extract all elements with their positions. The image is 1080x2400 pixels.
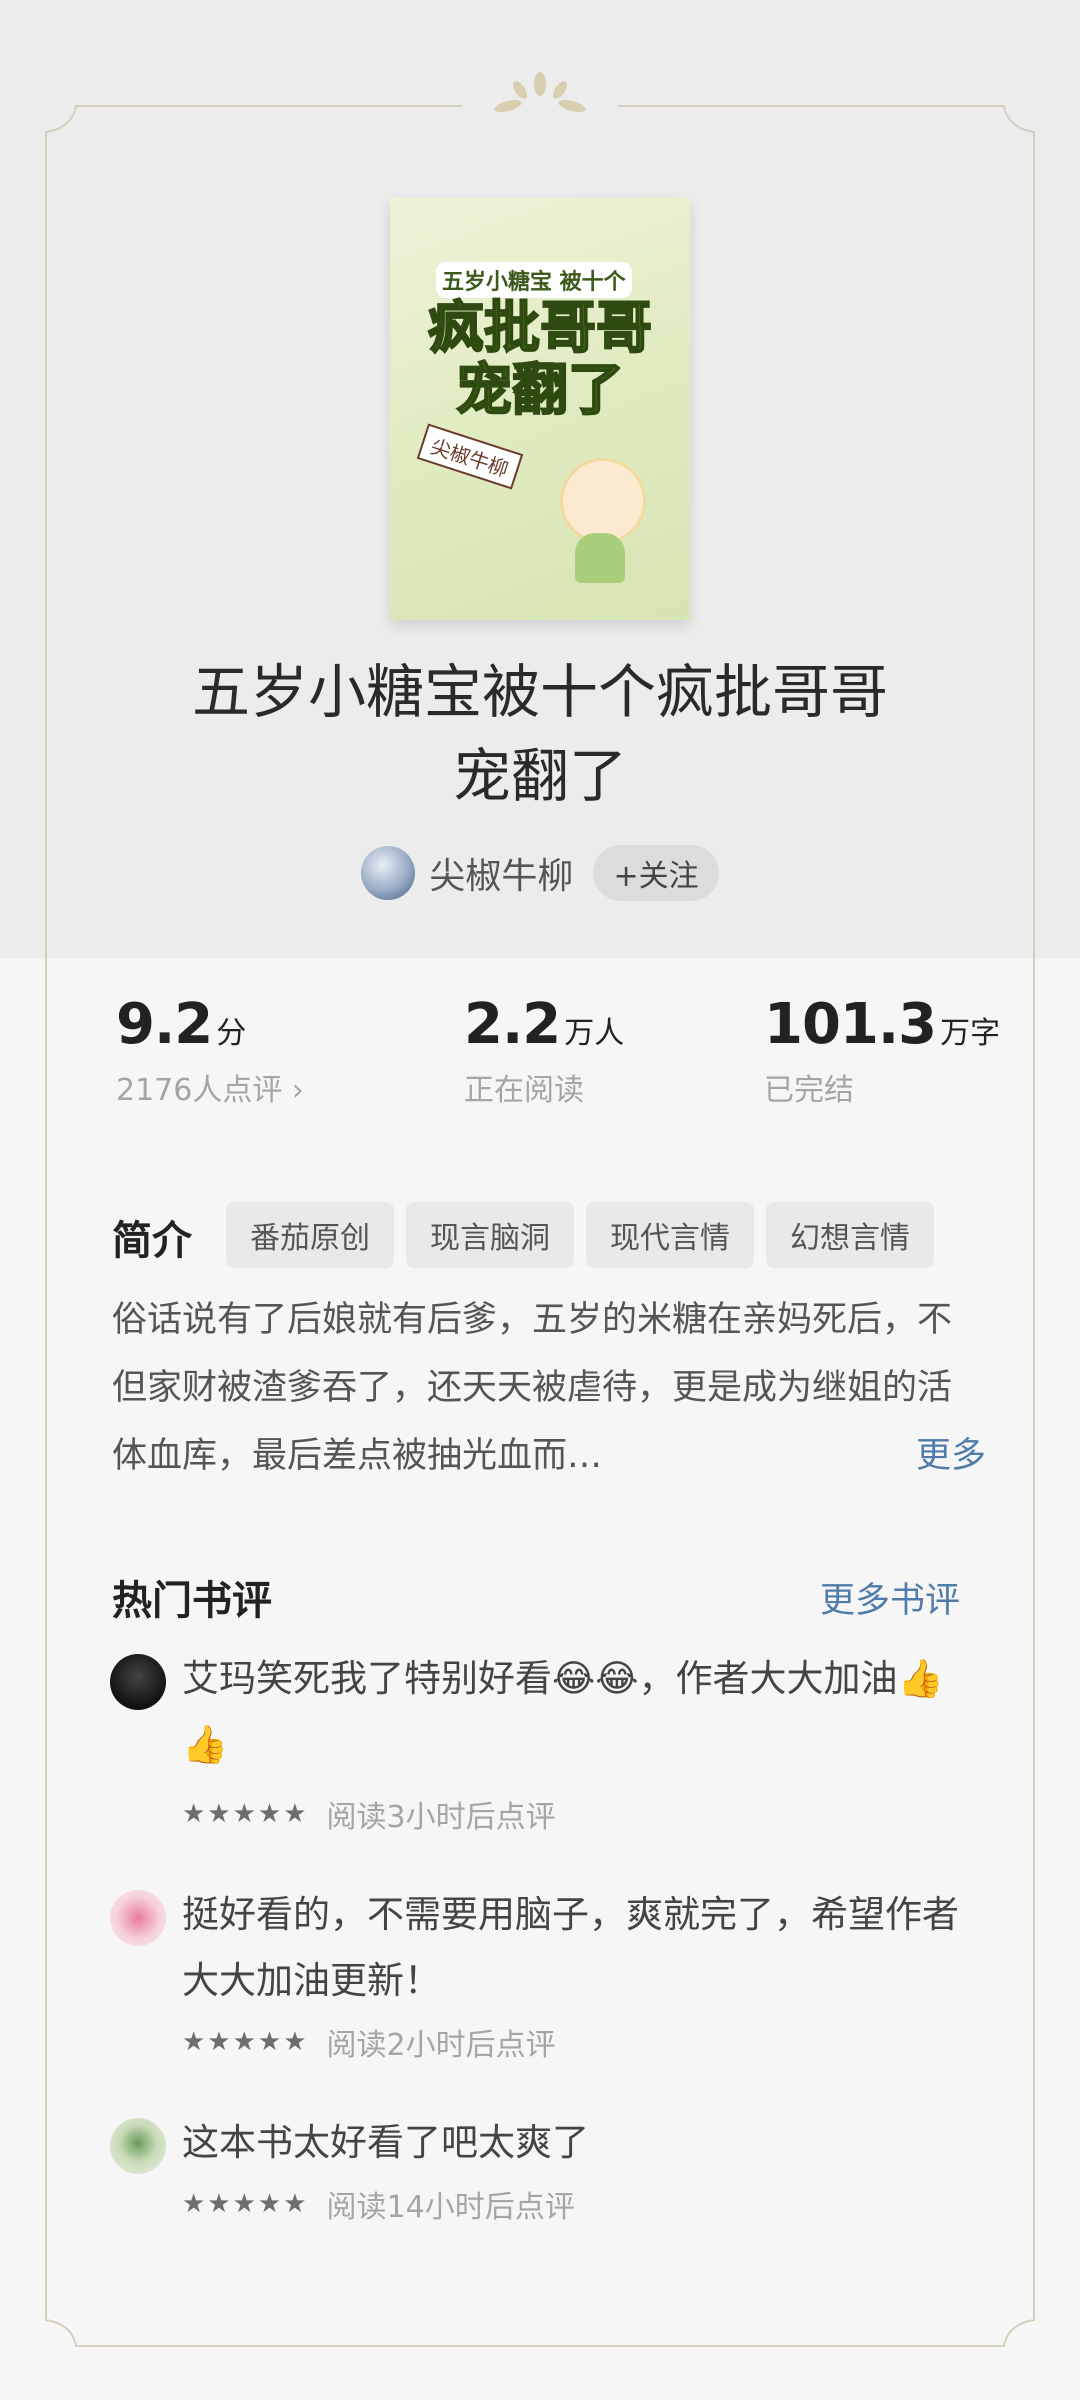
intro-heading: 简介 <box>112 1218 192 1264</box>
wordcount-unit: 万字 <box>940 1016 1001 1051</box>
wordcount-stat: 101.3 万字 已完结 <box>764 992 1000 1109</box>
readers-label: 正在阅读 <box>464 1073 584 1108</box>
book-title-line1: 五岁小糖宝被十个疯批哥哥 <box>191 658 888 726</box>
review-meta: ★★★★★ 阅读2小时后点评 <box>182 2020 556 2064</box>
review-time: 阅读3小时后点评 <box>326 1800 556 1835</box>
wordcount-value: 101.3 <box>764 992 937 1057</box>
tag-item[interactable]: 现言脑洞 <box>406 1202 574 1268</box>
review-meta: ★★★★★ 阅读3小时后点评 <box>182 1792 556 1836</box>
reviewer-avatar[interactable] <box>110 1654 166 1710</box>
tag-item[interactable]: 番茄原创 <box>226 1202 394 1268</box>
intro-text: 俗话说有了后娘就有后爹，五岁的米糖在亲妈死后，不但家财被渣爹吞了，还天天被虐待，… <box>112 1300 953 1476</box>
rating-count-link[interactable]: 2176人点评 › <box>116 1065 304 1109</box>
readers-unit: 万人 <box>564 1016 625 1051</box>
intro-more-link[interactable]: 更多 <box>896 1422 987 1490</box>
readers-stat: 2.2 万人 正在阅读 <box>464 992 624 1109</box>
rating-stars-icon: ★★★★★ <box>182 2189 309 2219</box>
review-text: 挺好看的，不需要用脑子，爽就完了，希望作者大大加油更新！ <box>182 1893 959 2002</box>
book-cover[interactable]: 五岁小糖宝 被十个 疯批哥哥宠翻了 尖椒牛柳 <box>390 198 690 620</box>
book-title: 五岁小糖宝被十个疯批哥哥 宠翻了 <box>90 650 990 818</box>
rating-unit: 分 <box>216 1016 247 1051</box>
status-label: 已完结 <box>764 1073 854 1108</box>
author-row: 尖椒牛柳 +关注 <box>0 838 1080 908</box>
rating-value: 9.2 <box>116 992 213 1057</box>
reviewer-avatar[interactable] <box>110 2118 166 2174</box>
book-title-line2: 宠翻了 <box>452 742 627 810</box>
tag-item[interactable]: 幻想言情 <box>766 1202 934 1268</box>
review-text: 艾玛笑死我了特别好看😂😂，作者大大加油👍👍 <box>182 1657 944 1766</box>
review-time: 阅读14小时后点评 <box>326 2190 575 2225</box>
review-time: 阅读2小时后点评 <box>326 2028 556 2063</box>
author-name[interactable]: 尖椒牛柳 <box>429 847 573 899</box>
follow-button[interactable]: +关注 <box>593 845 719 901</box>
review-text: 这本书太好看了吧太爽了 <box>182 2121 589 2164</box>
readers-value: 2.2 <box>464 992 561 1057</box>
rating-stat[interactable]: 9.2 分 2176人点评 › <box>116 992 304 1109</box>
rating-stars-icon: ★★★★★ <box>182 1799 309 1829</box>
author-avatar[interactable] <box>361 846 416 900</box>
reviews-heading: 热门书评 <box>112 1578 272 1624</box>
cover-illustration <box>550 438 650 588</box>
genre-tags: 番茄原创 现言脑洞 现代言情 幻想言情 <box>226 1202 934 1268</box>
review-meta: ★★★★★ 阅读14小时后点评 <box>182 2182 575 2226</box>
more-reviews-link[interactable]: 更多书评 <box>820 1572 960 1623</box>
cover-title: 疯批哥哥宠翻了 <box>427 296 653 423</box>
reviewer-avatar[interactable] <box>110 1890 166 1946</box>
cover-subtitle: 五岁小糖宝 被十个 <box>436 262 632 298</box>
cover-author-tag: 尖椒牛柳 <box>416 423 524 490</box>
tag-item[interactable]: 现代言情 <box>586 1202 754 1268</box>
rating-stars-icon: ★★★★★ <box>182 2027 309 2057</box>
